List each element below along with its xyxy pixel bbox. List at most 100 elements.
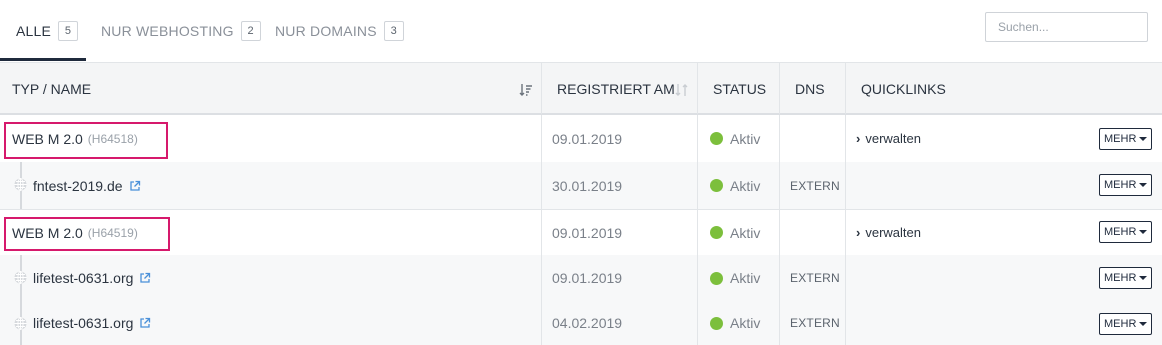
- globe-icon: [14, 317, 27, 330]
- column-divider: [541, 301, 542, 345]
- column-divider: [779, 301, 780, 345]
- search-input[interactable]: [985, 12, 1148, 42]
- column-header-label: DNS: [795, 80, 825, 97]
- caret-down-icon: [1139, 322, 1148, 326]
- mehr-button[interactable]: MEHR: [1099, 174, 1153, 196]
- quicklink-verwalten[interactable]: › verwalten: [856, 210, 921, 255]
- external-link-icon[interactable]: [129, 180, 141, 192]
- registered-date: 30.01.2019: [552, 177, 623, 194]
- sort-icon[interactable]: [519, 83, 533, 97]
- column-divider: [541, 63, 542, 114]
- status-active-dot: [710, 179, 723, 192]
- status-cell: Aktiv: [710, 301, 760, 345]
- column-divider: [697, 63, 698, 114]
- column-divider: [845, 115, 846, 162]
- quicklink-label: verwalten: [865, 131, 921, 146]
- mehr-button-label: MEHR: [1104, 226, 1137, 238]
- mehr-button-label: MEHR: [1104, 318, 1137, 330]
- tab-label: ALLE: [16, 23, 52, 39]
- dns-value: EXTERN: [790, 178, 840, 193]
- status-active-dot: [710, 132, 723, 145]
- domain-name-cell: lifetest-0631.org: [33, 255, 151, 301]
- table-row: lifetest-0631.org 09.01.2019 Aktiv EXTER…: [0, 255, 1162, 301]
- tab-label: NUR WEBHOSTING: [101, 23, 234, 39]
- registered-date: 09.01.2019: [552, 270, 623, 286]
- column-header-label: TYP / NAME: [12, 80, 92, 97]
- product-type-name: WEB M 2.0: [12, 130, 83, 147]
- tab-count-badge: 2: [240, 21, 261, 41]
- column-header-label: QUICKLINKS: [861, 80, 946, 97]
- column-header-quicklinks: QUICKLINKS: [861, 63, 1061, 114]
- status-active-dot: [710, 271, 723, 285]
- column-divider: [779, 210, 780, 255]
- registered-date: 09.01.2019: [552, 224, 623, 241]
- quicklink-verwalten[interactable]: › verwalten: [856, 115, 921, 162]
- table-row: fntest-2019.de 30.01.2019 Aktiv EXTERN: [0, 162, 1162, 210]
- status-cell: Aktiv: [710, 210, 760, 255]
- column-header-registered[interactable]: REGISTRIERT AM: [557, 63, 687, 114]
- mehr-button[interactable]: MEHR: [1099, 221, 1153, 243]
- mehr-button[interactable]: MEHR: [1099, 267, 1153, 289]
- table-row: WEB M 2.0 (H64518) 09.01.2019 Aktiv › ve…: [0, 115, 1162, 162]
- chevron-right-icon: ›: [856, 225, 861, 240]
- caret-down-icon: [1139, 137, 1148, 141]
- column-header-label: REGISTRIERT AM: [557, 80, 675, 97]
- status-active-dot: [710, 226, 723, 239]
- dns-value: EXTERN: [790, 271, 840, 285]
- registered-date: 09.01.2019: [552, 130, 623, 147]
- column-header-label: STATUS: [713, 80, 767, 97]
- status-text: Aktiv: [730, 270, 761, 286]
- domain-name[interactable]: fntest-2019.de: [33, 178, 123, 194]
- chevron-right-icon: ›: [856, 131, 861, 146]
- column-header-name[interactable]: TYP / NAME: [12, 63, 532, 114]
- status-text: Aktiv: [730, 130, 761, 147]
- product-name[interactable]: WEB M 2.0 (H64518): [12, 115, 138, 162]
- quicklink-label: verwalten: [865, 225, 921, 240]
- globe-icon: [14, 271, 27, 284]
- domain-name[interactable]: lifetest-0631.org: [33, 315, 133, 331]
- tab-nur-webhosting[interactable]: NUR WEBHOSTING 2: [101, 0, 261, 62]
- mehr-button[interactable]: MEHR: [1099, 128, 1153, 150]
- tab-nur-domains[interactable]: NUR DOMAINS 3: [275, 0, 404, 62]
- domain-name-cell: lifetest-0631.org: [33, 301, 151, 345]
- tab-label: NUR DOMAINS: [275, 23, 377, 39]
- mehr-button-label: MEHR: [1104, 179, 1137, 191]
- column-divider: [697, 162, 698, 210]
- status-active-dot: [710, 316, 723, 330]
- tab-count-badge: 3: [383, 21, 404, 41]
- mehr-button-label: MEHR: [1104, 133, 1137, 145]
- status-text: Aktiv: [730, 177, 761, 194]
- external-link-icon[interactable]: [139, 317, 151, 329]
- column-divider: [779, 255, 780, 301]
- active-tab-indicator: [0, 58, 86, 61]
- tab-count-badge: 5: [58, 21, 79, 41]
- column-divider: [779, 115, 780, 162]
- column-divider: [779, 162, 780, 210]
- mehr-button[interactable]: MEHR: [1099, 313, 1153, 335]
- external-link-icon[interactable]: [139, 272, 151, 284]
- product-name[interactable]: WEB M 2.0 (H64519): [12, 210, 138, 255]
- sort-icon[interactable]: [675, 83, 689, 97]
- status-text: Aktiv: [730, 224, 761, 241]
- filter-tabs: ALLE 5 NUR WEBHOSTING 2 NUR DOMAINS 3: [0, 0, 1162, 62]
- status-cell: Aktiv: [710, 255, 760, 301]
- globe-icon: [14, 178, 27, 191]
- product-code: (H64518): [87, 131, 138, 146]
- dns-value: EXTERN: [790, 316, 840, 330]
- status-cell: Aktiv: [710, 115, 760, 162]
- column-divider: [697, 210, 698, 255]
- table-row: lifetest-0631.org 04.02.2019 Aktiv EXTER…: [0, 301, 1162, 345]
- column-divider: [541, 115, 542, 162]
- column-divider: [541, 255, 542, 301]
- domain-name-cell: fntest-2019.de: [33, 162, 141, 209]
- tab-alle[interactable]: ALLE 5: [16, 0, 79, 62]
- status-text: Aktiv: [730, 315, 761, 331]
- product-type-name: WEB M 2.0: [12, 224, 83, 241]
- status-cell: Aktiv: [710, 162, 760, 209]
- product-code: (H64519): [87, 225, 138, 240]
- mehr-button-label: MEHR: [1104, 272, 1137, 284]
- caret-down-icon: [1139, 230, 1148, 234]
- column-divider: [541, 162, 542, 210]
- domain-name[interactable]: lifetest-0631.org: [33, 270, 133, 286]
- column-divider: [845, 63, 846, 114]
